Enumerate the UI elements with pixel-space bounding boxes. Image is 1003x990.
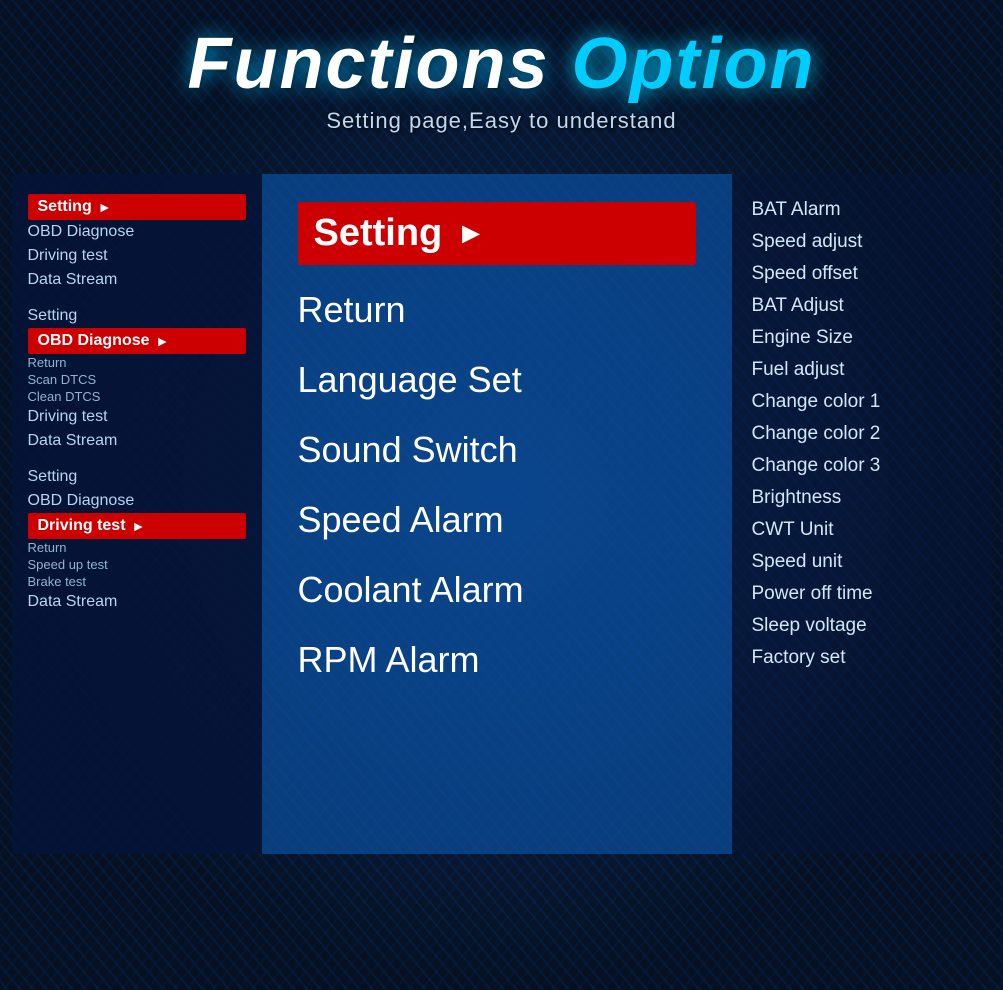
title-part1: Functions (188, 24, 572, 104)
right-panel: BAT Alarm Speed adjust Speed offset BAT … (732, 174, 992, 854)
right-item-sleepvoltage[interactable]: Sleep voltage (752, 610, 972, 642)
right-item-cwtunit[interactable]: CWT Unit (752, 514, 972, 546)
right-item-factoryset[interactable]: Factory set (752, 642, 972, 674)
panels-row: Setting ► OBD Diagnose Driving test Data… (12, 174, 992, 854)
left-subitem-scandtcs[interactable]: Scan DTCS (28, 371, 246, 388)
right-item-color2[interactable]: Change color 2 (752, 418, 972, 450)
left-item-label: Setting (38, 198, 92, 216)
left-item-driving-3[interactable]: Driving test ► (28, 513, 246, 539)
page-content: Functions Option Setting page,Easy to un… (0, 0, 1003, 990)
left-item-setting-2[interactable]: Setting (28, 304, 246, 328)
left-subitem-return-2[interactable]: Return (28, 539, 246, 556)
left-item-label: Driving test (38, 517, 126, 535)
left-subitem-speedup[interactable]: Speed up test (28, 556, 246, 573)
right-item-enginesize[interactable]: Engine Size (752, 322, 972, 354)
left-group-3: Setting OBD Diagnose Driving test ► Retu… (28, 465, 246, 614)
right-item-batalarm[interactable]: BAT Alarm (752, 194, 972, 226)
right-item-speedunit[interactable]: Speed unit (752, 546, 972, 578)
arrow-icon: ► (132, 518, 146, 534)
left-item-driving-1[interactable]: Driving test (28, 244, 246, 268)
left-item-setting-3[interactable]: Setting (28, 465, 246, 489)
middle-item-rpm[interactable]: RPM Alarm (298, 625, 696, 695)
left-item-data-1[interactable]: Data Stream (28, 268, 246, 292)
right-item-speedoffset[interactable]: Speed offset (752, 258, 972, 290)
header: Functions Option Setting page,Easy to un… (188, 0, 816, 144)
middle-item-label: Setting (314, 212, 443, 255)
right-item-brightness[interactable]: Brightness (752, 482, 972, 514)
left-item-obd-1[interactable]: OBD Diagnose (28, 220, 246, 244)
middle-item-sound[interactable]: Sound Switch (298, 415, 696, 485)
right-item-color1[interactable]: Change color 1 (752, 386, 972, 418)
left-item-driving-2[interactable]: Driving test (28, 405, 246, 429)
middle-arrow-icon: ► (456, 217, 486, 251)
left-item-setting-1[interactable]: Setting ► (28, 194, 246, 220)
left-item-obd-2[interactable]: OBD Diagnose ► (28, 328, 246, 354)
left-subitem-return-1[interactable]: Return (28, 354, 246, 371)
title-part2: Option (572, 24, 816, 104)
right-item-fueladjust[interactable]: Fuel adjust (752, 354, 972, 386)
left-item-data-2[interactable]: Data Stream (28, 429, 246, 453)
right-item-batadjust[interactable]: BAT Adjust (752, 290, 972, 322)
left-panel: Setting ► OBD Diagnose Driving test Data… (12, 174, 262, 854)
left-item-label: OBD Diagnose (38, 332, 150, 350)
middle-panel: Setting ► Return Language Set Sound Swit… (262, 174, 732, 854)
left-subitem-cleandtcs[interactable]: Clean DTCS (28, 388, 246, 405)
page-title: Functions Option (188, 28, 816, 100)
left-subitem-brake[interactable]: Brake test (28, 573, 246, 590)
middle-item-language[interactable]: Language Set (298, 345, 696, 415)
middle-item-speedalarm[interactable]: Speed Alarm (298, 485, 696, 555)
right-item-color3[interactable]: Change color 3 (752, 450, 972, 482)
arrow-icon: ► (156, 333, 170, 349)
left-group-2: Setting OBD Diagnose ► Return Scan DTCS … (28, 304, 246, 453)
page-subtitle: Setting page,Easy to understand (188, 108, 816, 134)
left-item-obd-3[interactable]: OBD Diagnose (28, 489, 246, 513)
middle-item-coolant[interactable]: Coolant Alarm (298, 555, 696, 625)
right-item-poweroff[interactable]: Power off time (752, 578, 972, 610)
middle-item-return[interactable]: Return (298, 275, 696, 345)
left-group-1: Setting ► OBD Diagnose Driving test Data… (28, 194, 246, 292)
middle-item-setting[interactable]: Setting ► (298, 202, 696, 265)
left-item-data-3[interactable]: Data Stream (28, 590, 246, 614)
arrow-icon: ► (98, 199, 112, 215)
right-item-speedadjust[interactable]: Speed adjust (752, 226, 972, 258)
